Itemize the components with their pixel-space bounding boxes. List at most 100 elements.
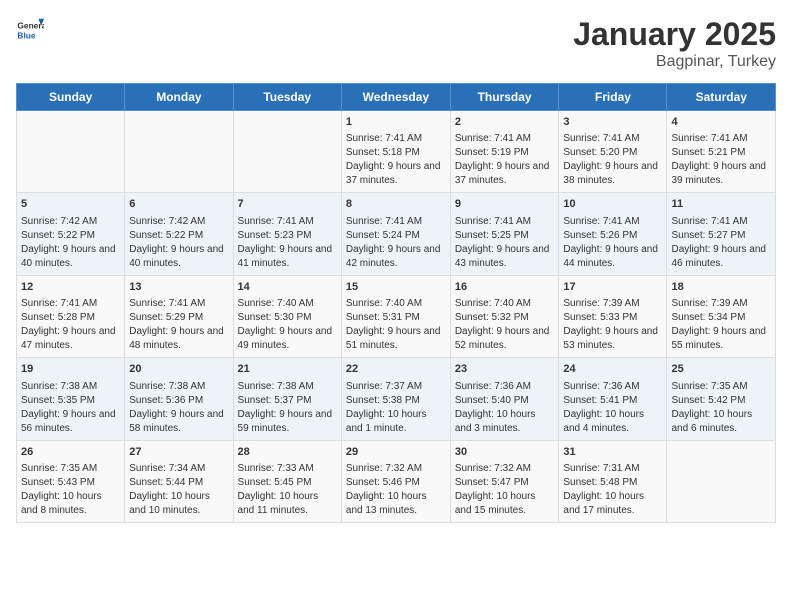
day-number: 7 [238, 197, 337, 212]
calendar-cell: 15Sunrise: 7:40 AMSunset: 5:31 PMDayligh… [341, 275, 450, 357]
calendar-cell: 17 Sunrise: 7:39 AMSunset: 5:33 PMDayligh… [559, 275, 667, 357]
day-info: Sunset: 5:31 PM [346, 311, 446, 325]
day-number: 19 [21, 362, 120, 377]
day-info: Daylight: 10 hours and 15 minutes. [455, 490, 555, 518]
calendar-cell: 29Sunrise: 7:32 AMSunset: 5:46 PMDayligh… [341, 440, 450, 522]
day-info: Sunrise: 7:40 AM [238, 297, 337, 311]
day-info: Sunset: 5:36 PM [129, 394, 228, 408]
day-info: Daylight: 10 hours and 10 minutes. [129, 490, 228, 518]
day-info: Sunrise: 7:41 AM [21, 297, 120, 311]
day-number: 1 [346, 115, 446, 130]
day-info: Sunrise: 7:38 AM [238, 380, 337, 394]
day-number: 16 [455, 280, 555, 295]
day-number: 8 [346, 197, 446, 212]
day-info: Sunset: 5:30 PM [238, 311, 337, 325]
day-info: Sunset: 5:47 PM [455, 476, 555, 490]
calendar-cell: 7Sunrise: 7:41 AMSunset: 5:23 PMDaylight… [233, 193, 341, 275]
day-number: 24 [563, 362, 662, 377]
day-info: Daylight: 9 hours and 43 minutes. [455, 243, 555, 271]
weekday-header-tuesday: Tuesday [233, 84, 341, 111]
day-info: Daylight: 10 hours and 11 minutes. [238, 490, 337, 518]
day-number: 11 [671, 197, 771, 212]
day-info: Sunset: 5:24 PM [346, 229, 446, 243]
calendar-cell: 20Sunrise: 7:38 AMSunset: 5:36 PMDayligh… [125, 358, 233, 440]
day-info: Daylight: 9 hours and 52 minutes. [455, 325, 555, 353]
day-info: Daylight: 9 hours and 59 minutes. [238, 408, 337, 436]
calendar-cell: 25Sunrise: 7:35 AMSunset: 5:42 PMDayligh… [667, 358, 776, 440]
calendar-cell: 23Sunrise: 7:36 AMSunset: 5:40 PMDayligh… [450, 358, 559, 440]
day-info: Sunset: 5:35 PM [21, 394, 120, 408]
day-number: 10 [563, 197, 662, 212]
day-number: 3 [563, 115, 662, 130]
day-info: Sunset: 5:27 PM [671, 229, 771, 243]
calendar-cell: 22Sunrise: 7:37 AMSunset: 5:38 PMDayligh… [341, 358, 450, 440]
day-info: Daylight: 10 hours and 17 minutes. [563, 490, 662, 518]
day-info: Sunset: 5:34 PM [671, 311, 771, 325]
day-info: Sunrise: 7:37 AM [346, 380, 446, 394]
calendar-cell: 4Sunrise: 7:41 AMSunset: 5:21 PMDaylight… [667, 111, 776, 193]
day-info: Sunrise: 7:34 AM [129, 462, 228, 476]
day-info: Sunrise: 7:35 AM [21, 462, 120, 476]
day-info: Daylight: 9 hours and 47 minutes. [21, 325, 120, 353]
day-info: Sunrise: 7:39 AM [563, 297, 662, 311]
day-number: 25 [671, 362, 771, 377]
day-info: Daylight: 9 hours and 40 minutes. [21, 243, 120, 271]
day-info: Sunrise: 7:41 AM [238, 215, 337, 229]
day-info: Sunset: 5:19 PM [455, 146, 555, 160]
day-info: Sunset: 5:33 PM [563, 311, 662, 325]
day-info: Daylight: 9 hours and 46 minutes. [671, 243, 771, 271]
calendar-cell [125, 111, 233, 193]
day-info: Daylight: 9 hours and 49 minutes. [238, 325, 337, 353]
weekday-header-thursday: Thursday [450, 84, 559, 111]
day-info: Daylight: 9 hours and 37 minutes. [346, 160, 446, 188]
calendar-cell: 12Sunrise: 7:41 AMSunset: 5:28 PMDayligh… [17, 275, 125, 357]
day-info: Sunrise: 7:36 AM [455, 380, 555, 394]
calendar-cell: 5Sunrise: 7:42 AMSunset: 5:22 PMDaylight… [17, 193, 125, 275]
day-info: Sunrise: 7:39 AM [671, 297, 771, 311]
day-number: 4 [671, 115, 771, 130]
day-number: 13 [129, 280, 228, 295]
calendar-week-1: 1Sunrise: 7:41 AMSunset: 5:18 PMDaylight… [17, 111, 776, 193]
day-info: Sunset: 5:38 PM [346, 394, 446, 408]
day-info: Sunset: 5:42 PM [671, 394, 771, 408]
calendar-cell: 6Sunrise: 7:42 AMSunset: 5:22 PMDaylight… [125, 193, 233, 275]
day-number: 17 [563, 280, 662, 295]
day-info: Sunset: 5:21 PM [671, 146, 771, 160]
day-info: Sunset: 5:32 PM [455, 311, 555, 325]
day-info: Daylight: 9 hours and 38 minutes. [563, 160, 662, 188]
day-info: Sunrise: 7:41 AM [346, 215, 446, 229]
svg-text:Blue: Blue [17, 30, 35, 40]
calendar-cell: 14 Sunrise: 7:40 AMSunset: 5:30 PMDayligh… [233, 275, 341, 357]
day-info: Daylight: 10 hours and 8 minutes. [21, 490, 120, 518]
day-number: 18 [671, 280, 771, 295]
day-number: 28 [238, 445, 337, 460]
weekday-header-friday: Friday [559, 84, 667, 111]
day-info: Sunset: 5:43 PM [21, 476, 120, 490]
calendar-cell [667, 440, 776, 522]
calendar-week-5: 26Sunrise: 7:35 AMSunset: 5:43 PMDayligh… [17, 440, 776, 522]
day-number: 31 [563, 445, 662, 460]
day-info: Daylight: 9 hours and 39 minutes. [671, 160, 771, 188]
day-info: Daylight: 9 hours and 40 minutes. [129, 243, 228, 271]
day-info: Sunrise: 7:41 AM [563, 132, 662, 146]
day-number: 21 [238, 362, 337, 377]
day-info: Sunset: 5:44 PM [129, 476, 228, 490]
day-info: Daylight: 10 hours and 4 minutes. [563, 408, 662, 436]
day-info: Sunrise: 7:42 AM [21, 215, 120, 229]
day-info: Sunset: 5:48 PM [563, 476, 662, 490]
calendar-title: January 2025 [573, 16, 776, 53]
day-number: 12 [21, 280, 120, 295]
calendar-cell: 1Sunrise: 7:41 AMSunset: 5:18 PMDaylight… [341, 111, 450, 193]
calendar-week-3: 12Sunrise: 7:41 AMSunset: 5:28 PMDayligh… [17, 275, 776, 357]
day-number: 15 [346, 280, 446, 295]
day-number: 30 [455, 445, 555, 460]
calendar-cell: 3Sunrise: 7:41 AMSunset: 5:20 PMDaylight… [559, 111, 667, 193]
day-info: Sunrise: 7:42 AM [129, 215, 228, 229]
day-info: Daylight: 9 hours and 53 minutes. [563, 325, 662, 353]
day-info: Daylight: 9 hours and 37 minutes. [455, 160, 555, 188]
day-number: 14 [238, 280, 337, 295]
day-info: Daylight: 9 hours and 42 minutes. [346, 243, 446, 271]
day-info: Sunset: 5:22 PM [129, 229, 228, 243]
calendar-table: SundayMondayTuesdayWednesdayThursdayFrid… [16, 83, 776, 523]
day-number: 20 [129, 362, 228, 377]
